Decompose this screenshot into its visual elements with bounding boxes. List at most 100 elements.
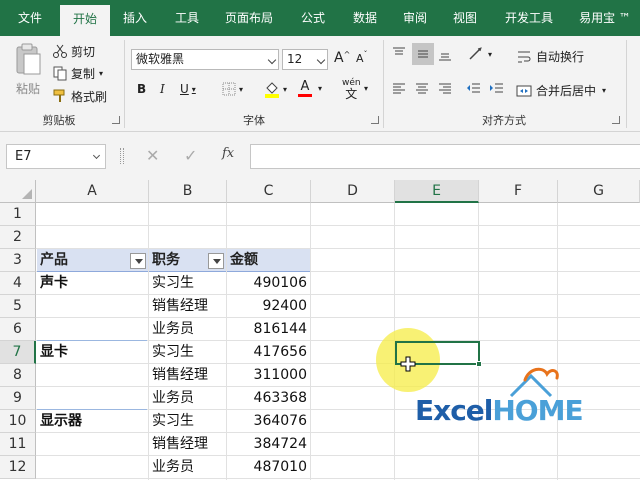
cell-product[interactable]: 显卡 bbox=[37, 341, 148, 364]
cell-role[interactable]: 销售经理 bbox=[149, 364, 226, 387]
menu-home[interactable]: 开始 bbox=[60, 5, 110, 36]
cell-amount[interactable]: 384724 bbox=[227, 433, 310, 456]
menu-easy-tools[interactable]: 易用宝 ™ bbox=[570, 0, 640, 36]
grow-font-button[interactable]: A ^ bbox=[334, 50, 350, 67]
shrink-font-button[interactable]: Aˇ bbox=[356, 50, 368, 65]
drag-handle[interactable] bbox=[120, 148, 124, 164]
wrap-text-button[interactable]: 自动换行 bbox=[516, 48, 584, 65]
cell-product[interactable] bbox=[37, 456, 148, 479]
pivot-header-product[interactable]: 产品 bbox=[37, 249, 148, 272]
menu-review[interactable]: 审阅 bbox=[392, 0, 438, 36]
column-header-a[interactable]: A bbox=[36, 180, 149, 203]
row-header-3[interactable]: 3 bbox=[0, 249, 36, 272]
cell-role[interactable]: 业务员 bbox=[149, 387, 226, 410]
cell-product[interactable] bbox=[37, 387, 148, 410]
menu-file[interactable]: 文件 bbox=[0, 0, 60, 36]
align-bottom-button[interactable] bbox=[437, 46, 453, 62]
cell-amount[interactable]: 490106 bbox=[227, 272, 310, 295]
cell-product[interactable] bbox=[37, 295, 148, 318]
cell-role[interactable]: 销售经理 bbox=[149, 295, 226, 318]
menu-tools[interactable]: 工具 bbox=[164, 0, 210, 36]
column-header-d[interactable]: D bbox=[311, 180, 395, 203]
cell-amount[interactable]: 364076 bbox=[227, 410, 310, 433]
cell-product[interactable]: 声卡 bbox=[37, 272, 148, 295]
select-all-button[interactable] bbox=[0, 180, 36, 203]
cell-product[interactable]: 显示器 bbox=[37, 410, 148, 433]
cell-role[interactable]: 实习生 bbox=[149, 272, 226, 295]
cell-amount[interactable]: 92400 bbox=[227, 295, 310, 318]
filter-dropdown-icon[interactable] bbox=[130, 253, 146, 269]
row-header-11[interactable]: 11 bbox=[0, 433, 36, 456]
column-header-c[interactable]: C bbox=[227, 180, 311, 203]
decrease-indent-button[interactable] bbox=[466, 82, 482, 96]
menu-view[interactable]: 视图 bbox=[442, 0, 488, 36]
cell-amount[interactable]: 816144 bbox=[227, 318, 310, 341]
column-header-f[interactable]: F bbox=[479, 180, 558, 203]
align-right-button[interactable] bbox=[437, 82, 453, 96]
cell-role[interactable]: 实习生 bbox=[149, 410, 226, 433]
row-header-9[interactable]: 9 bbox=[0, 387, 36, 410]
insert-function-button[interactable]: fx bbox=[222, 146, 234, 161]
bold-button[interactable]: B bbox=[137, 82, 146, 96]
merge-center-button[interactable]: 合并后居中 ▾ bbox=[516, 82, 606, 99]
cell-role[interactable]: 销售经理 bbox=[149, 433, 226, 456]
column-header-e[interactable]: E bbox=[395, 180, 479, 203]
orientation-button[interactable]: ▾ bbox=[468, 46, 492, 62]
phonetic-dropdown[interactable]: ▾ bbox=[364, 84, 368, 93]
font-launcher-icon[interactable] bbox=[371, 116, 379, 124]
row-header-10[interactable]: 10 bbox=[0, 410, 36, 433]
cell-role[interactable]: 业务员 bbox=[149, 456, 226, 479]
column-header-g[interactable]: G bbox=[558, 180, 640, 203]
cell-product[interactable] bbox=[37, 364, 148, 387]
row-header-6[interactable]: 6 bbox=[0, 318, 36, 341]
cancel-icon[interactable]: ✕ bbox=[146, 146, 159, 165]
menu-formulas[interactable]: 公式 bbox=[290, 0, 336, 36]
align-center-button[interactable] bbox=[414, 82, 430, 96]
font-color-button[interactable]: A bbox=[298, 80, 312, 97]
cell-product[interactable] bbox=[37, 318, 148, 341]
formula-input[interactable] bbox=[250, 144, 640, 169]
name-box[interactable]: E7 bbox=[6, 144, 106, 169]
copy-button[interactable]: 复制 ▾ bbox=[52, 64, 103, 82]
row-header-4[interactable]: 4 bbox=[0, 272, 36, 295]
alignment-launcher-icon[interactable] bbox=[612, 116, 620, 124]
pivot-header-role[interactable]: 职务 bbox=[149, 249, 226, 272]
row-header-1[interactable]: 1 bbox=[0, 203, 36, 226]
cell-amount[interactable]: 463368 bbox=[227, 387, 310, 410]
cell-role[interactable]: 实习生 bbox=[149, 341, 226, 364]
align-left-button[interactable] bbox=[391, 82, 407, 96]
column-header-b[interactable]: B bbox=[149, 180, 227, 203]
menu-data[interactable]: 数据 bbox=[342, 0, 388, 36]
filter-dropdown-icon[interactable] bbox=[208, 253, 224, 269]
row-header-7[interactable]: 7 bbox=[0, 341, 36, 364]
row-header-5[interactable]: 5 bbox=[0, 295, 36, 318]
cell-amount[interactable]: 417656 bbox=[227, 341, 310, 364]
pivot-header-amount[interactable]: 金额 bbox=[227, 249, 310, 272]
menu-page-layout[interactable]: 页面布局 bbox=[216, 0, 282, 36]
cell-product[interactable] bbox=[37, 433, 148, 456]
paste-button[interactable]: 粘贴 bbox=[8, 42, 48, 108]
cell-amount[interactable]: 487010 bbox=[227, 456, 310, 479]
font-name-select[interactable]: 微软雅黑 bbox=[131, 49, 279, 70]
cut-button[interactable]: 剪切 bbox=[52, 42, 95, 60]
row-header-8[interactable]: 8 bbox=[0, 364, 36, 387]
row-header-2[interactable]: 2 bbox=[0, 226, 36, 249]
cell-role[interactable]: 业务员 bbox=[149, 318, 226, 341]
align-top-button[interactable] bbox=[391, 46, 407, 62]
font-color-dropdown[interactable]: ▾ bbox=[318, 84, 322, 93]
borders-button[interactable]: ▾ bbox=[222, 82, 243, 96]
menu-developer[interactable]: 开发工具 bbox=[496, 0, 562, 36]
menu-insert[interactable]: 插入 bbox=[112, 0, 158, 36]
clipboard-launcher-icon[interactable] bbox=[112, 116, 120, 124]
increase-indent-button[interactable] bbox=[489, 82, 505, 96]
font-size-select[interactable]: 12 bbox=[282, 49, 328, 70]
format-painter-button[interactable]: 格式刷 bbox=[52, 87, 107, 105]
underline-button[interactable]: U ▾ bbox=[180, 82, 196, 96]
row-header-12[interactable]: 12 bbox=[0, 456, 36, 479]
check-icon[interactable]: ✓ bbox=[184, 146, 197, 165]
align-middle-button[interactable] bbox=[412, 43, 434, 65]
phonetic-button[interactable]: wén 文 bbox=[342, 78, 361, 100]
fill-color-button[interactable]: ▾ bbox=[264, 80, 287, 98]
italic-button[interactable]: I bbox=[160, 82, 165, 96]
cell-amount[interactable]: 311000 bbox=[227, 364, 310, 387]
